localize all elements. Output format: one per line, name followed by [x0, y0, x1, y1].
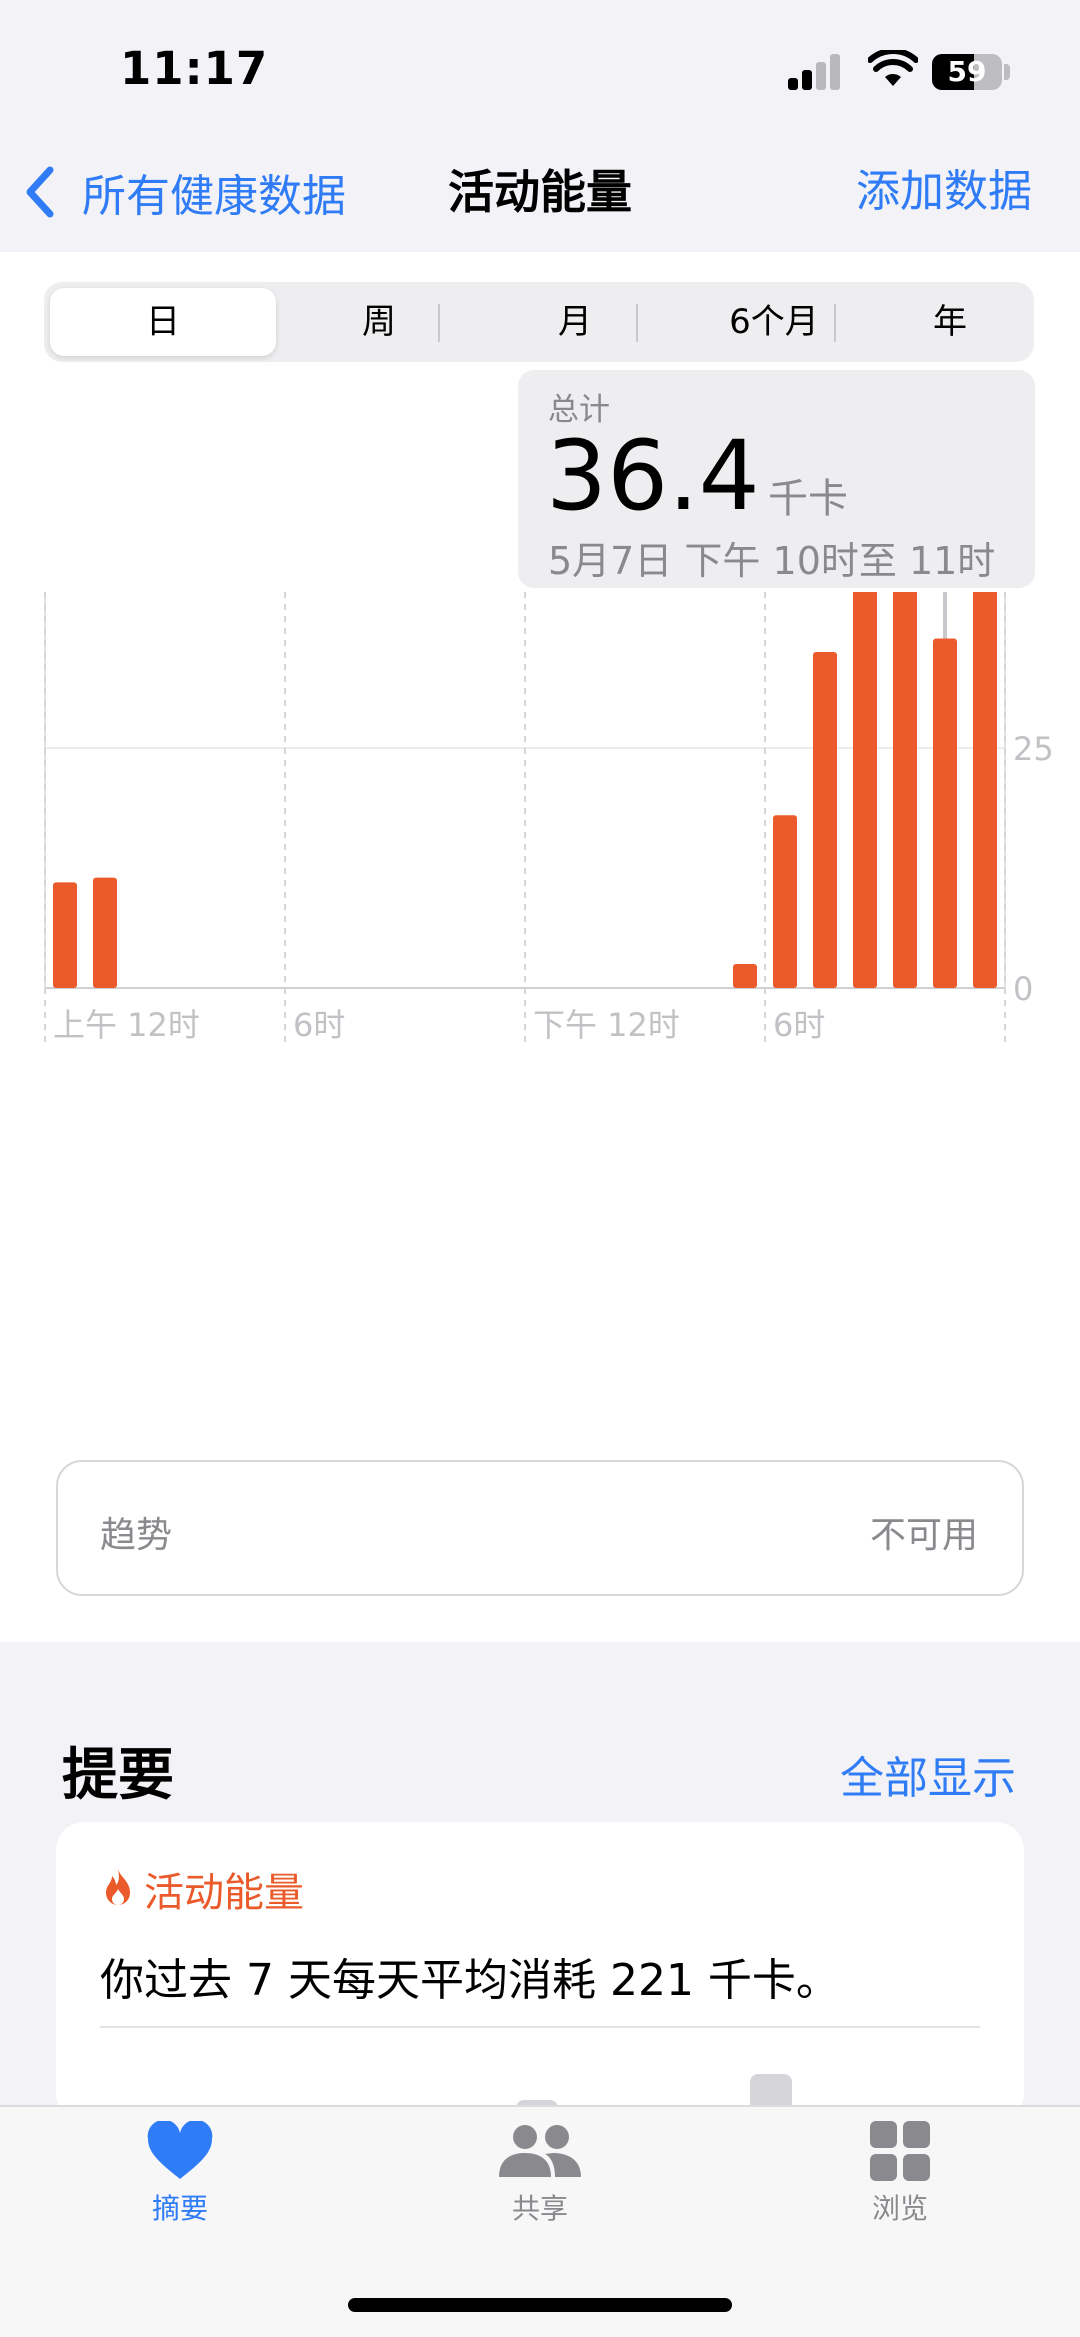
x-tick-label: 6时 — [773, 1006, 825, 1044]
segment-month[interactable]: 月 — [480, 288, 670, 356]
grid-icon — [870, 2121, 930, 2181]
tab-browse-label: 浏览 — [871, 2192, 928, 2225]
x-tick-label: 上午 12时 — [53, 1006, 200, 1044]
battery-percent: 59 — [947, 55, 987, 88]
tab-browse[interactable]: 浏览 — [800, 2121, 1000, 2227]
summary-card[interactable]: 活动能量 你过去 7 天每天平均消耗 221 千卡。 — [56, 1822, 1024, 2134]
main-content: 日 周 月 6个月 年 总计 36.4 千卡 5月7日 下午 10时至 11时 … — [0, 252, 1080, 1642]
summary-heading: 提要 — [62, 1743, 174, 1808]
flame-icon — [106, 1869, 130, 1905]
segment-year[interactable]: 年 — [870, 288, 1030, 356]
hourly-energy-bar-chart[interactable]: 7550250上午 12时6时下午 12时6时 — [0, 592, 1080, 1222]
status-bar: 11:17 59 — [0, 0, 1080, 140]
chart-bar — [773, 815, 797, 988]
segment-divider — [438, 304, 440, 342]
trend-row[interactable]: 趋势 不可用 — [56, 1460, 1024, 1596]
wifi-icon — [868, 50, 918, 86]
nav-bar: 所有健康数据 活动能量 添加数据 — [0, 140, 1080, 252]
show-all-button[interactable]: 全部显示 — [840, 1742, 1016, 1806]
segment-6-months[interactable]: 6个月 — [674, 288, 874, 356]
home-indicator — [348, 2298, 732, 2312]
card-summary-text: 你过去 7 天每天平均消耗 221 千卡。 — [100, 1955, 840, 2006]
tab-summary-label: 摘要 — [151, 2192, 208, 2225]
segment-divider — [834, 304, 836, 342]
chart-bar — [973, 592, 997, 988]
battery-icon: 59 — [932, 54, 1002, 90]
chart-bar — [813, 652, 837, 988]
y-tick-label: 25 — [1013, 730, 1054, 768]
callout-value: 36.4 — [546, 420, 760, 532]
card-divider — [100, 2026, 980, 2028]
trend-label: 趋势 — [100, 1515, 173, 1556]
chart-bar — [933, 638, 957, 988]
callout-time-range: 5月7日 下午 10时至 11时 — [548, 539, 996, 583]
callout-unit: 千卡 — [768, 476, 848, 522]
people-icon — [499, 2125, 581, 2177]
card-category: 活动能量 — [100, 1860, 304, 1918]
x-tick-label: 6时 — [293, 1006, 345, 1044]
segment-week[interactable]: 周 — [284, 288, 474, 356]
status-time: 11:17 — [120, 42, 269, 95]
chart-bar — [853, 592, 877, 988]
selection-callout: 总计 36.4 千卡 5月7日 下午 10时至 11时 — [518, 370, 1035, 588]
chart-bar — [93, 877, 117, 988]
add-data-button[interactable]: 添加数据 — [856, 162, 1032, 222]
segment-day[interactable]: 日 — [50, 288, 276, 356]
chart-bar — [53, 882, 77, 988]
x-tick-label: 下午 12时 — [533, 1006, 680, 1044]
cellular-signal-icon — [788, 54, 846, 90]
segment-divider — [636, 304, 638, 342]
tab-sharing-label: 共享 — [511, 2192, 568, 2225]
health-activity-energy-screen: 11:17 59 所有健康数据 活动能量 添加数据 日 周 月 6个月 年 总计… — [0, 0, 1080, 2337]
time-range-segmented-control: 日 周 月 6个月 年 — [44, 282, 1034, 362]
heart-icon — [147, 2121, 213, 2179]
card-category-label: 活动能量 — [144, 1870, 304, 1916]
chart-bar — [893, 592, 917, 988]
trend-value: 不可用 — [869, 1515, 978, 1556]
battery-tip — [1004, 64, 1010, 80]
y-tick-label: 0 — [1013, 970, 1033, 1008]
tab-sharing[interactable]: 共享 — [440, 2121, 640, 2227]
tab-summary[interactable]: 摘要 — [80, 2121, 280, 2227]
chart-bar — [733, 964, 757, 988]
